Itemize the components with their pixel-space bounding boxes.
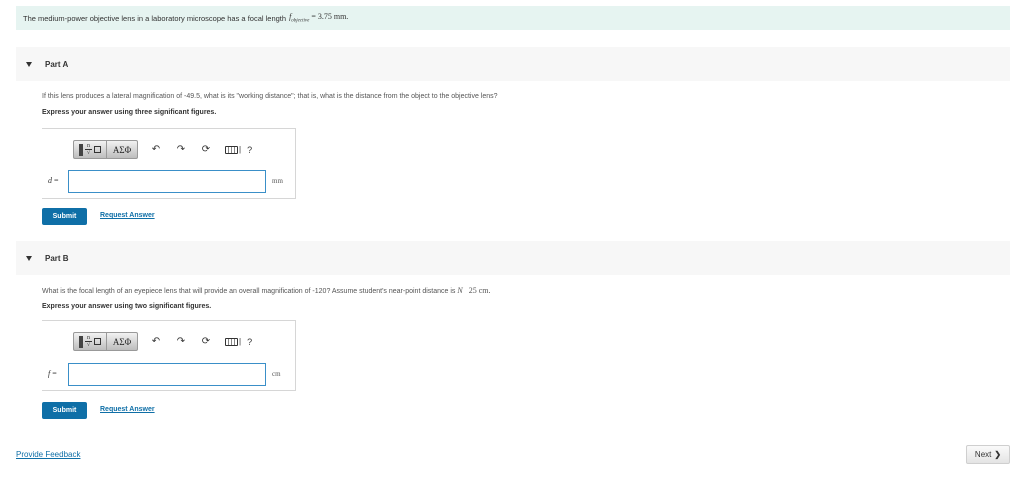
template-block-icon: [79, 335, 83, 348]
provide-feedback-link[interactable]: Provide Feedback: [16, 450, 80, 459]
template-button[interactable]: n √: [74, 333, 107, 350]
part-b-question-var: N: [457, 286, 463, 295]
template-block-icon: [79, 143, 83, 156]
reset-icon[interactable]: ⟳: [199, 336, 213, 347]
part-b-variable: f: [48, 369, 51, 378]
part-b-unit: cm: [272, 370, 281, 378]
part-b-header[interactable]: Part B: [16, 241, 1010, 275]
caret-down-icon: [26, 255, 32, 261]
part-a-equals: =: [54, 176, 59, 185]
part-b-answer-box: n √ ΑΣΦ ↶ ↷ ⟳ | ? f = cm: [42, 320, 296, 391]
intro-math-rest: = 3.75 mm.: [311, 12, 349, 22]
template-frac-bottom: √: [86, 342, 91, 348]
part-a-variable: d: [48, 176, 52, 185]
part-b-request-answer-link[interactable]: Request Answer: [100, 406, 155, 413]
part-a-toolbar-group: n √ ΑΣΦ: [73, 140, 138, 159]
part-b-title: Part B: [45, 253, 69, 263]
template-icon: n √: [85, 143, 92, 156]
part-b-question: What is the focal length of an eyepiece …: [42, 286, 490, 295]
part-b-question-text: What is the focal length of an eyepiece …: [42, 288, 456, 295]
part-a-variable-label: d =: [48, 176, 59, 185]
part-b-instruction: Express your answer using two significan…: [42, 303, 212, 310]
next-button[interactable]: Next ❯: [966, 445, 1010, 464]
template-frac-bottom: √: [86, 150, 91, 156]
part-a-unit: mm: [272, 177, 283, 185]
chevron-right-icon: ❯: [994, 450, 1002, 459]
keyboard-shortcut-bar: |: [239, 337, 242, 346]
template-button[interactable]: n √: [74, 141, 107, 158]
part-a-math-toolbar: n √ ΑΣΦ ↶ ↷ ⟳ | ?: [73, 140, 252, 159]
greek-symbols-button[interactable]: ΑΣΦ: [107, 333, 137, 350]
template-square-icon: [94, 338, 101, 345]
part-b-equals: =: [52, 369, 57, 378]
part-b-variable-label: f =: [48, 369, 57, 378]
part-a-instruction: Express your answer using three signific…: [42, 109, 217, 116]
problem-intro: The medium-power objective lens in a lab…: [16, 6, 1010, 30]
part-b-math-toolbar: n √ ΑΣΦ ↶ ↷ ⟳ | ?: [73, 332, 252, 351]
greek-symbols-button[interactable]: ΑΣΦ: [107, 141, 137, 158]
reset-icon[interactable]: ⟳: [199, 144, 213, 155]
intro-math: fobjective = 3.75 mm.: [289, 12, 348, 24]
redo-icon[interactable]: ↷: [174, 144, 188, 155]
intro-text: The medium-power objective lens in a lab…: [23, 13, 287, 23]
part-b-question-math: N 25 cm.: [457, 286, 490, 295]
part-b-toolbar-group: n √ ΑΣΦ: [73, 332, 138, 351]
part-b-submit-button[interactable]: Submit: [42, 402, 87, 419]
keyboard-shortcut-bar: |: [239, 145, 242, 154]
redo-icon[interactable]: ↷: [174, 336, 188, 347]
undo-icon[interactable]: ↶: [149, 336, 163, 347]
template-icon: n √: [85, 335, 92, 348]
part-a-header[interactable]: Part A: [16, 47, 1010, 81]
template-square-icon: [94, 146, 101, 153]
keyboard-icon[interactable]: [225, 337, 238, 346]
help-icon[interactable]: ?: [247, 145, 252, 155]
part-a-submit-button[interactable]: Submit: [42, 208, 87, 225]
intro-math-sub: objective: [291, 18, 310, 24]
part-a-title: Part A: [45, 59, 69, 69]
part-a-request-answer-link[interactable]: Request Answer: [100, 212, 155, 219]
help-icon[interactable]: ?: [247, 337, 252, 347]
caret-down-icon: [26, 61, 32, 67]
part-a-question: If this lens produces a lateral magnific…: [42, 93, 498, 100]
part-a-answer-box: n √ ΑΣΦ ↶ ↷ ⟳ | ? d = mm: [42, 128, 296, 199]
part-b-question-value: 25 cm.: [468, 286, 491, 295]
part-b-answer-input[interactable]: [68, 363, 266, 386]
undo-icon[interactable]: ↶: [149, 144, 163, 155]
next-label: Next: [974, 450, 992, 459]
part-a-answer-input[interactable]: [68, 170, 266, 193]
keyboard-icon[interactable]: [225, 145, 238, 154]
